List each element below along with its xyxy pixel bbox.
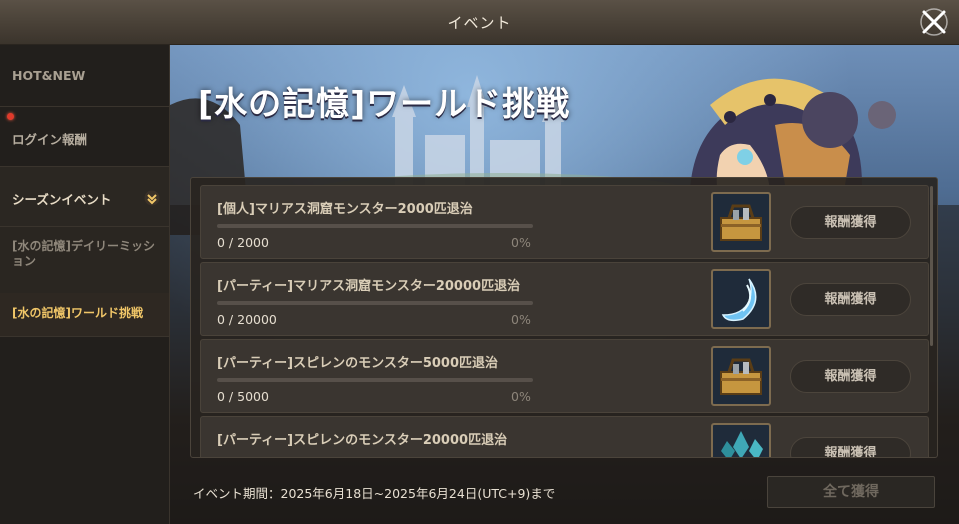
claim-all-button[interactable]: 全て獲得 (767, 476, 935, 508)
reward-item-slot[interactable] (711, 269, 771, 329)
progress-bar (217, 224, 533, 228)
progress-count: 0 / 2000 (217, 235, 269, 250)
sidebar-subitem-label: [水の記憶]ワールド挑戦 (12, 306, 143, 320)
sidebar-item-hot-new[interactable]: HOT&NEW (0, 45, 169, 107)
claim-reward-button[interactable]: 報酬獲得 (790, 360, 911, 393)
reward-item-slot[interactable] (711, 423, 771, 457)
mission-row: [パーティー]スピレンのモンスター5000匹退治 0 / 5000 0% 報酬獲… (200, 339, 929, 413)
mission-name: [個人]マリアス洞窟モンスター2000匹退治 (217, 202, 473, 217)
title-bar: イベント (0, 0, 959, 45)
progress-percent: 0% (511, 312, 531, 327)
crystal-cluster-icon (721, 431, 763, 457)
event-title: [水の記憶]ワールド挑戦 (198, 84, 571, 123)
reward-item-slot[interactable] (711, 192, 771, 252)
sidebar-subitem-daily-mission[interactable]: [水の記憶]デイリーミッション (0, 227, 169, 293)
sidebar-subitem-label: [水の記憶]デイリーミッション (12, 239, 155, 268)
event-sidebar: HOT&NEW ログイン報酬 シーズンイベント [水の記憶]デイリーミッション … (0, 45, 170, 524)
progress-percent: 0% (511, 235, 531, 250)
sidebar-item-login-reward[interactable]: ログイン報酬 (0, 107, 169, 167)
list-scrollbar[interactable] (930, 186, 933, 346)
event-period: イベント期間：2025年6月18日~2025年6月24日(UTC+9)まで (193, 486, 556, 501)
close-button[interactable] (918, 6, 950, 38)
expand-arrow-icon (144, 190, 160, 206)
sidebar-item-season-event[interactable]: シーズンイベント (0, 167, 169, 227)
sidebar-subitem-world-challenge[interactable]: [水の記憶]ワールド挑戦 (0, 293, 169, 337)
mission-row: [個人]マリアス洞窟モンスター2000匹退治 0 / 2000 0% 報酬獲得 (200, 185, 929, 259)
mission-name: [パーティー]スピレンのモンスター5000匹退治 (217, 356, 499, 371)
progress-count: 0 / 5000 (217, 389, 269, 404)
window-title: イベント (447, 14, 512, 32)
progress-percent: 0% (511, 389, 531, 404)
sidebar-item-label: ログイン報酬 (12, 132, 88, 147)
claim-reward-button[interactable]: 報酬獲得 (790, 437, 911, 457)
progress-bar (217, 378, 533, 382)
mission-name: [パーティー]スピレンのモンスター20000匹退治 (217, 433, 508, 448)
sidebar-item-label: HOT&NEW (12, 68, 86, 83)
claim-reward-button[interactable]: 報酬獲得 (790, 283, 911, 316)
close-x-icon (920, 8, 948, 36)
reward-item-slot[interactable] (711, 346, 771, 406)
claim-reward-button[interactable]: 報酬獲得 (790, 206, 911, 239)
progress-count: 0 / 20000 (217, 312, 277, 327)
notification-dot (7, 113, 14, 120)
mission-list: [個人]マリアス洞窟モンスター2000匹退治 0 / 2000 0% 報酬獲得 … (190, 177, 938, 458)
mission-name: [パーティー]マリアス洞窟モンスター20000匹退治 (217, 279, 521, 294)
sidebar-item-label: シーズンイベント (12, 192, 112, 207)
mission-row: [パーティー]スピレンのモンスター20000匹退治 報酬獲得 (200, 416, 929, 457)
treasure-toolbox-icon (720, 204, 762, 241)
crescent-crystal-icon (721, 278, 757, 322)
mission-row: [パーティー]マリアス洞窟モンスター20000匹退治 0 / 20000 0% … (200, 262, 929, 336)
progress-bar (217, 301, 533, 305)
treasure-toolbox-icon (720, 358, 762, 395)
